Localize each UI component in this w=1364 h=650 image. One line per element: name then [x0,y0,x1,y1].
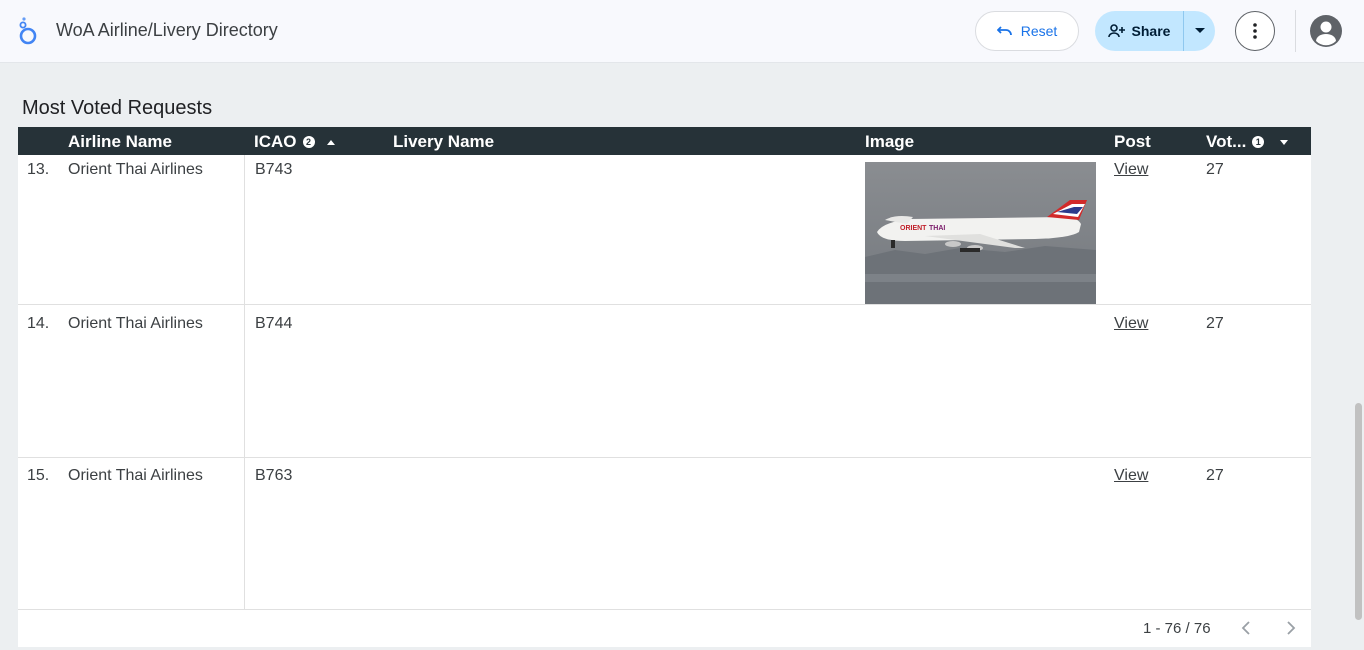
more-vert-icon [1253,23,1257,39]
pagination-range: 1 - 76 / 76 [1143,620,1211,637]
reset-button[interactable]: Reset [975,11,1079,51]
airline-name-cell: Orient Thai Airlines [68,315,203,332]
account-circle-icon[interactable] [1309,14,1343,48]
sort-order-badge: 2 [302,136,315,148]
icao-cell: B744 [255,315,293,332]
column-label: Livery Name [393,132,495,151]
icao-cell: B763 [255,467,293,484]
toolbar-divider [1295,10,1296,52]
view-post-link[interactable]: View [1114,315,1148,333]
table-row: 14. Orient Thai Airlines B744 View 27 [18,305,1311,458]
view-post-link[interactable]: View [1114,161,1148,179]
more-options-button[interactable] [1235,11,1275,51]
column-divider [244,458,245,609]
icao-cell: B743 [255,161,293,178]
row-index: 14. [27,315,50,332]
page-scrollbar[interactable] [1355,403,1362,620]
row-index: 13. [27,161,50,178]
share-label: Share [1131,23,1171,39]
svg-text:ORIENT: ORIENT [900,225,927,232]
caret-down-icon [1194,28,1205,33]
section-title: Most Voted Requests [22,97,213,119]
column-label: ICAO [254,132,297,151]
column-divider [244,305,245,457]
table-row: 13. Orient Thai Airlines B743 ORIENT THA… [18,155,1311,305]
votes-cell: 27 [1206,161,1224,178]
view-post-link[interactable]: View [1114,467,1148,485]
svg-text:THAI: THAI [929,225,945,232]
table-header: Airline Name ICAO 2 Livery Name Image Po… [18,127,1311,155]
share-button[interactable]: Share [1095,11,1183,51]
airline-name-cell: Orient Thai Airlines [68,161,203,178]
votes-cell: 27 [1206,315,1224,332]
row-index: 15. [27,467,50,484]
column-header-airline-name[interactable]: Airline Name [68,132,172,152]
requests-table: Airline Name ICAO 2 Livery Name Image Po… [18,127,1311,647]
add-person-icon [1107,24,1125,38]
reset-label: Reset [1020,23,1058,39]
next-page-button[interactable] [1281,618,1301,638]
column-header-icao[interactable]: ICAO 2 [254,132,335,152]
aircraft-image: ORIENT THAI [865,162,1096,304]
column-header-votes[interactable]: Vot... 1 [1206,132,1289,152]
table-footer: 1 - 76 / 76 [18,610,1311,650]
column-divider [244,155,245,304]
airline-name-cell: Orient Thai Airlines [68,467,203,484]
app-title: WoA Airline/Livery Directory [56,20,278,40]
column-label: Vot... [1206,132,1247,151]
column-header-livery-name[interactable]: Livery Name [393,132,494,152]
undo-icon [996,26,1012,36]
column-label: Post [1114,132,1151,151]
votes-cell: 27 [1206,467,1224,484]
column-label: Airline Name [68,132,172,151]
sort-ascending-icon [326,139,335,145]
sort-descending-icon [1280,139,1289,145]
column-label: Image [865,132,915,151]
previous-page-button[interactable] [1236,618,1256,638]
column-header-image[interactable]: Image [865,132,914,152]
column-header-post[interactable]: Post [1114,132,1151,152]
sort-order-badge: 1 [1252,136,1265,148]
looker-studio-logo[interactable] [16,16,40,46]
table-row: 15. Orient Thai Airlines B763 View 27 [18,458,1311,610]
top-bar: WoA Airline/Livery Directory Reset Share [0,0,1364,63]
share-dropdown-button[interactable] [1183,11,1215,51]
